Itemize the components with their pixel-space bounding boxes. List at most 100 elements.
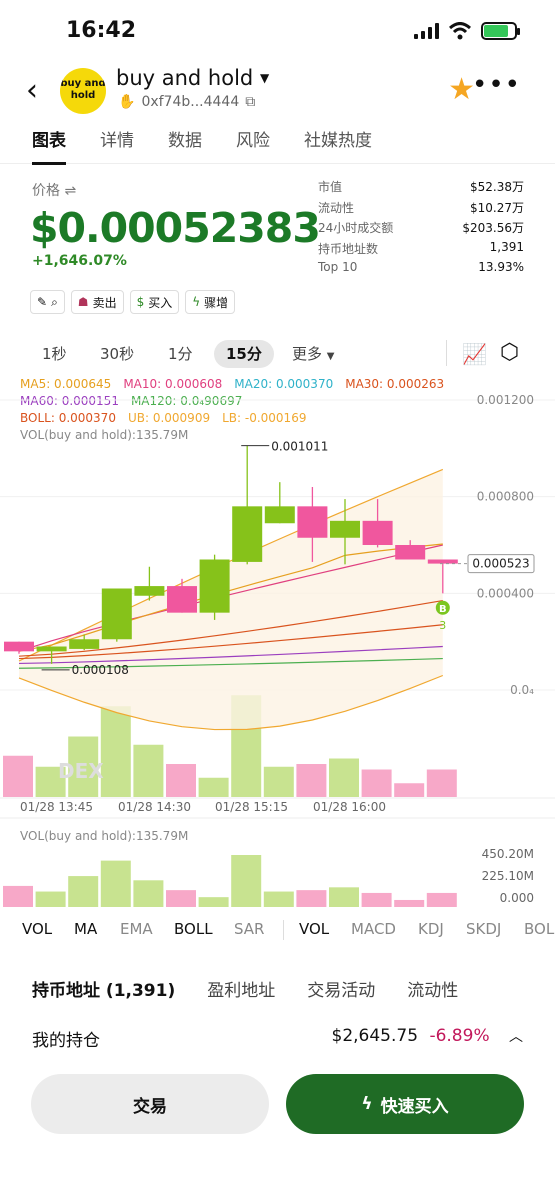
candlestick-chart[interactable]: 0.001011 0.000108 0.001200 0.000800 0.000400… bbox=[0, 370, 555, 910]
ind-boll[interactable]: BOLL bbox=[174, 920, 213, 938]
candle-body bbox=[232, 506, 263, 562]
quick-buy-button[interactable]: ϟ 快速买入 bbox=[286, 1074, 524, 1134]
high-label: 0.001011 bbox=[271, 440, 328, 454]
cellular-signal-icon bbox=[414, 23, 439, 39]
sub-volume-bar bbox=[394, 899, 425, 907]
boost-label: 骤增 bbox=[204, 295, 229, 310]
x-tick-label: 01/28 14:30 bbox=[118, 800, 191, 814]
buy-marker-count: 3 bbox=[439, 619, 446, 632]
candle-body bbox=[395, 545, 426, 560]
stat-label: 流动性 bbox=[318, 200, 355, 215]
volume-tick-label: 450.20M bbox=[482, 847, 534, 861]
draw-search-button[interactable]: ✎ ⌕ bbox=[30, 290, 65, 314]
ind-sar[interactable]: SAR bbox=[234, 920, 264, 938]
x-tick-label: 01/28 16:00 bbox=[313, 800, 386, 814]
boost-button[interactable]: ϟ 骤增 bbox=[185, 290, 236, 314]
ind-macd[interactable]: MACD bbox=[351, 920, 396, 938]
tab-social[interactable]: 社媒热度 bbox=[304, 124, 372, 164]
volume-bar bbox=[426, 769, 457, 797]
status-bar: 16:42 bbox=[0, 0, 555, 62]
sub-volume-bar bbox=[361, 892, 392, 907]
lightning-icon: ϟ bbox=[361, 1094, 373, 1114]
copy-icon[interactable]: ⧉ bbox=[245, 94, 255, 110]
my-holding-row[interactable]: 我的持仓 $2,645.75 -6.89% ︿ bbox=[32, 1026, 527, 1051]
buy-button[interactable]: $ 买入 bbox=[129, 290, 180, 314]
ind-ma[interactable]: MA bbox=[74, 920, 97, 938]
tab-risk[interactable]: 风险 bbox=[236, 124, 270, 164]
hand-icon: ✋ bbox=[118, 94, 136, 110]
chevron-down-icon: ▼ bbox=[326, 351, 335, 362]
y-tick-label: 0.000400 bbox=[477, 586, 534, 600]
sub-volume-bar bbox=[35, 891, 66, 907]
tab-liquidity[interactable]: 流动性 bbox=[407, 976, 458, 1006]
ind-ema[interactable]: EMA bbox=[120, 920, 153, 938]
volume-bar bbox=[133, 744, 164, 797]
tf-1s[interactable]: 1秒 bbox=[30, 340, 79, 368]
ind-vol-sub[interactable]: VOL bbox=[299, 920, 329, 938]
candle-body bbox=[297, 506, 328, 538]
volume-bar bbox=[198, 777, 229, 797]
candle-body bbox=[427, 559, 458, 564]
sub-volume-bar bbox=[133, 880, 164, 907]
ind-vol[interactable]: VOL bbox=[22, 920, 52, 938]
stat-row: 持币地址数 1,391 bbox=[318, 240, 524, 261]
tab-holders[interactable]: 持币地址 (1,391) bbox=[32, 976, 175, 1006]
tf-30s[interactable]: 30秒 bbox=[88, 340, 146, 368]
candle-body bbox=[134, 586, 165, 596]
tab-details[interactable]: 详情 bbox=[100, 124, 134, 164]
main-tabs: 图表 详情 数据 风险 社媒热度 bbox=[0, 124, 555, 165]
search-icon: ⌕ bbox=[51, 294, 58, 309]
money-bag-icon: $ bbox=[136, 295, 145, 309]
candle-body bbox=[4, 641, 34, 652]
tf-1m[interactable]: 1分 bbox=[156, 340, 205, 368]
volume-bar bbox=[263, 766, 294, 797]
ind-kdj[interactable]: KDJ bbox=[418, 920, 444, 938]
status-time: 16:42 bbox=[66, 18, 137, 43]
sub-volume-bar bbox=[100, 860, 131, 907]
candle-body bbox=[199, 559, 230, 613]
stat-row: 24小时成交额 $203.56万 bbox=[318, 219, 524, 240]
holding-values: $2,645.75 -6.89% ︿ bbox=[332, 1026, 523, 1046]
tab-data[interactable]: 数据 bbox=[168, 124, 202, 164]
sub-volume-bar bbox=[3, 885, 33, 907]
stat-row: Top 10 13.93% bbox=[318, 260, 524, 281]
stat-row: 流动性 $10.27万 bbox=[318, 199, 524, 220]
star-icon[interactable]: ★ bbox=[448, 72, 475, 107]
tf-15m[interactable]: 15分 bbox=[214, 340, 274, 368]
sub-volume-bar bbox=[166, 890, 196, 907]
tab-trade-activity[interactable]: 交易活动 bbox=[307, 976, 375, 1006]
volume-bar bbox=[361, 769, 392, 797]
volume-bar bbox=[3, 755, 33, 797]
settings-hex-icon[interactable]: ⬡ bbox=[500, 340, 519, 365]
sell-button[interactable]: ☗ 卖出 bbox=[70, 290, 124, 314]
quick-buy-label: 快速买入 bbox=[380, 1096, 449, 1117]
trade-button[interactable]: 交易 bbox=[31, 1074, 269, 1134]
status-icons bbox=[414, 22, 520, 40]
tab-chart[interactable]: 图表 bbox=[32, 124, 66, 165]
stat-row: 市值 $52.38万 bbox=[318, 178, 524, 199]
bolt-icon: ϟ bbox=[192, 295, 201, 309]
wifi-icon bbox=[449, 22, 471, 40]
holding-label: 我的持仓 bbox=[32, 1031, 100, 1051]
ind-skdj[interactable]: SKDJ bbox=[466, 920, 501, 938]
token-name[interactable]: buy and hold ▼ bbox=[116, 66, 269, 90]
chevron-up-icon[interactable]: ︿ bbox=[509, 1029, 523, 1045]
stat-label: Top 10 bbox=[318, 260, 358, 274]
chevron-down-icon: ▼ bbox=[259, 71, 270, 85]
ind-boll-sub[interactable]: BOL bbox=[524, 920, 554, 938]
divider bbox=[283, 920, 284, 940]
volume-tick-label: 0.000 bbox=[500, 891, 534, 905]
buy-marker-label: B bbox=[439, 604, 447, 615]
sub-volume-bar bbox=[296, 890, 327, 907]
volume-tick-label: 225.10M bbox=[482, 869, 534, 883]
stat-label: 市值 bbox=[318, 180, 343, 194]
token-title: buy and hold bbox=[116, 66, 254, 90]
tab-profit-holders[interactable]: 盈利地址 bbox=[207, 976, 275, 1006]
tf-more[interactable]: 更多 ▼ bbox=[280, 340, 347, 368]
candle-body bbox=[36, 646, 67, 652]
pen-icon: ✎ bbox=[37, 295, 48, 309]
more-icon[interactable]: ••• bbox=[472, 70, 521, 100]
y-tick-label: 0.000800 bbox=[477, 490, 534, 504]
back-icon[interactable]: ‹ bbox=[26, 76, 38, 106]
indicator-icon[interactable]: 📈 bbox=[462, 342, 487, 366]
